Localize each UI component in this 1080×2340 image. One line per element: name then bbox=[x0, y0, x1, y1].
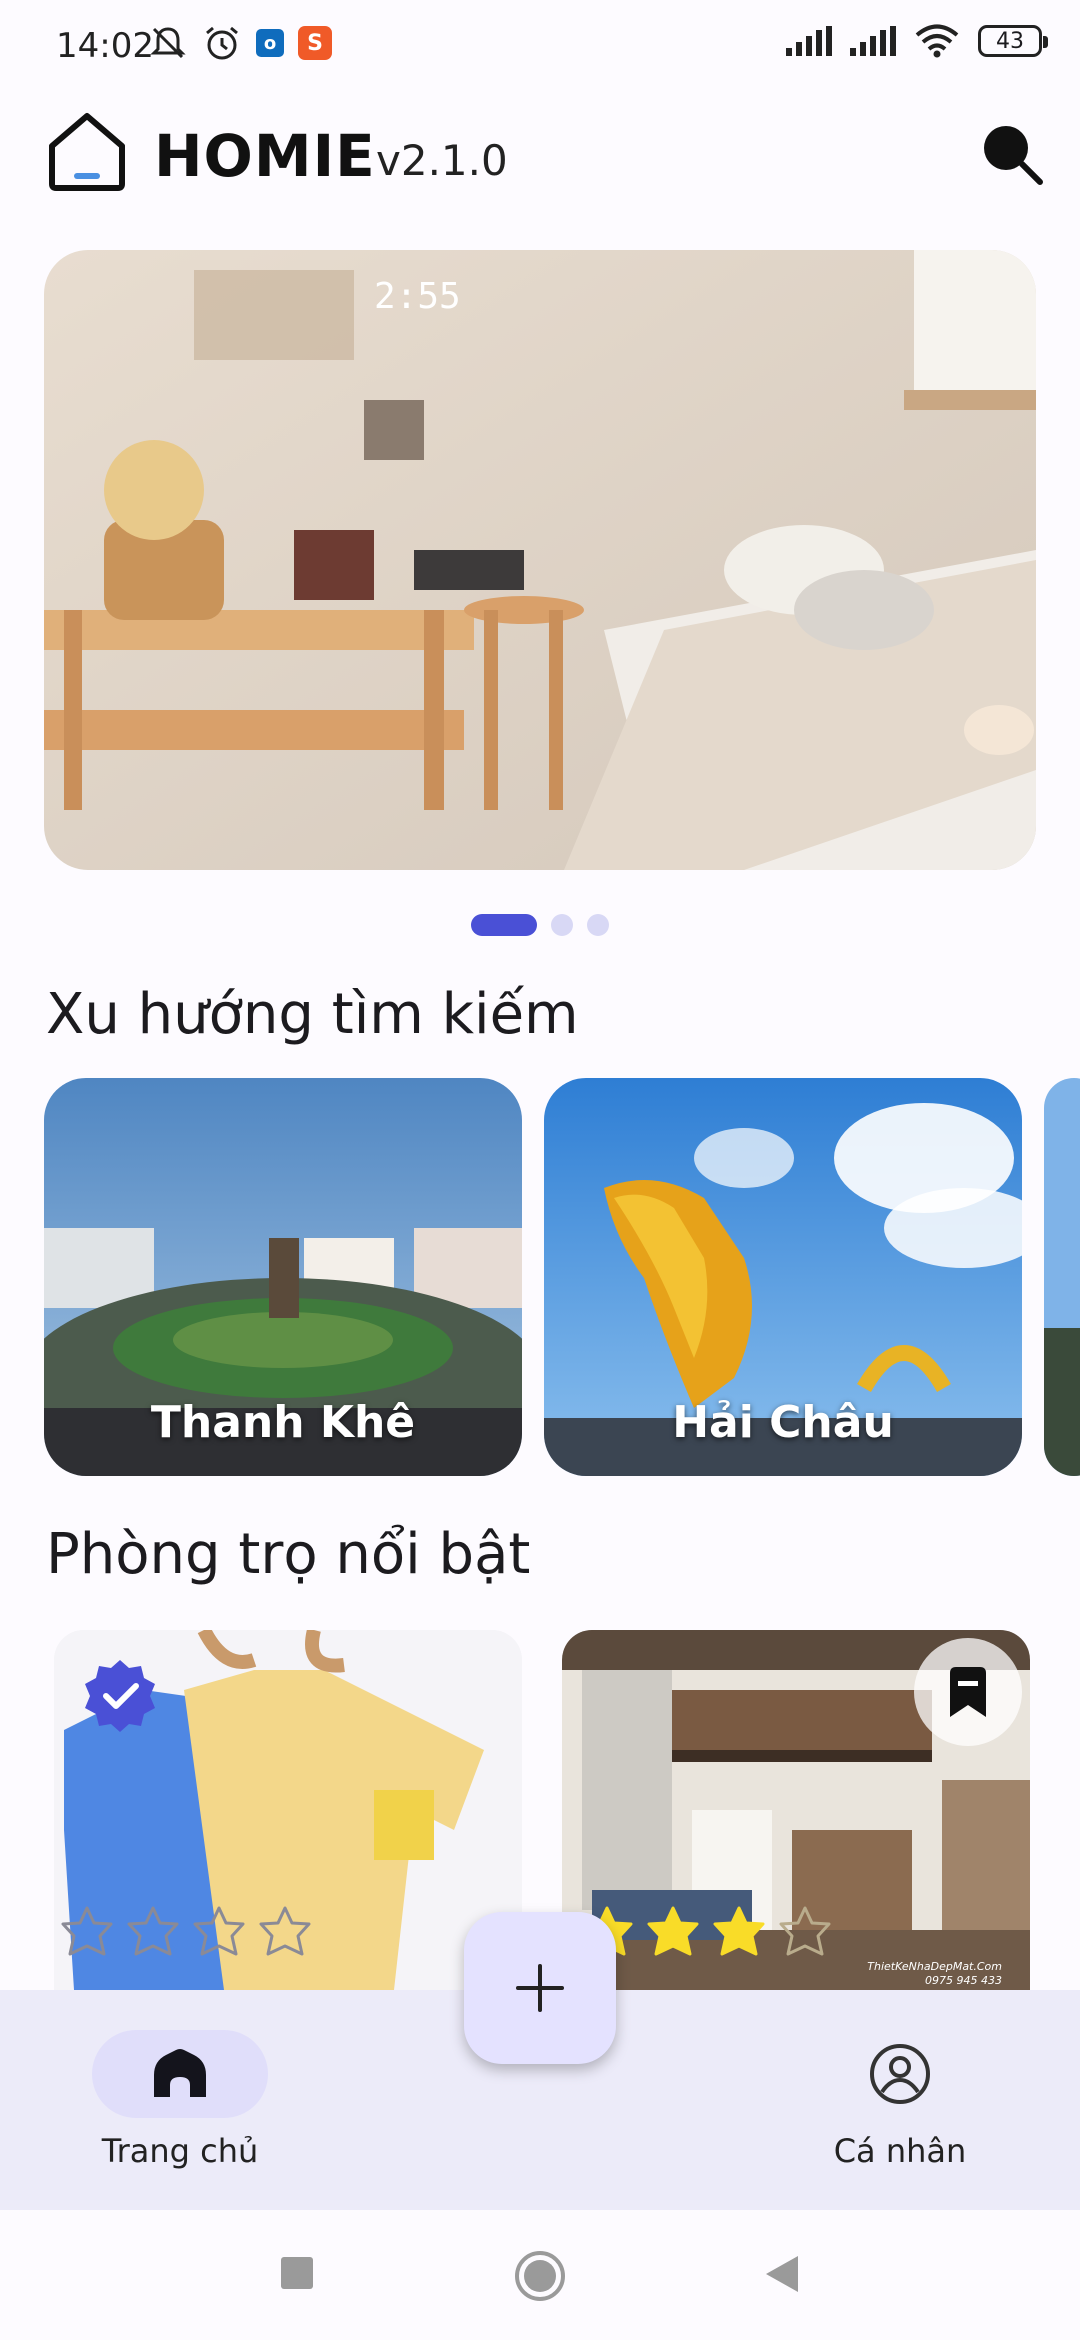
banner-pagination bbox=[0, 914, 1080, 936]
bookmark-button[interactable] bbox=[914, 1638, 1022, 1746]
app-header: HOMIE v2.1.0 bbox=[0, 100, 1080, 210]
pagination-dot[interactable] bbox=[551, 914, 573, 936]
trend-image bbox=[1044, 1078, 1080, 1476]
plus-icon bbox=[516, 1964, 564, 2012]
app-name: HOMIE bbox=[154, 122, 376, 190]
trend-card-thanh-khe[interactable]: Thanh Khê bbox=[44, 1078, 522, 1476]
person-icon bbox=[870, 2044, 930, 2104]
trend-card-hai-chau[interactable]: Hải Châu bbox=[544, 1078, 1022, 1476]
app-version: v2.1.0 bbox=[376, 136, 508, 185]
house-logo-icon bbox=[49, 113, 125, 191]
star-empty-icon bbox=[779, 1906, 831, 1956]
banner-image: 2:55 bbox=[44, 250, 1036, 870]
add-post-button[interactable] bbox=[464, 1912, 616, 2064]
status-bar: 14:02 o S 43 bbox=[0, 0, 1080, 96]
star-empty-icon bbox=[193, 1906, 245, 1956]
notification-icons: o S bbox=[148, 24, 332, 62]
search-icon[interactable] bbox=[976, 118, 1046, 188]
featured-banner[interactable]: 2:55 bbox=[44, 250, 1036, 870]
nav-item-profile[interactable]: Cá nhân bbox=[790, 2030, 1010, 2170]
room-watermark: ThietKeNhaDepMat.Com bbox=[867, 1960, 1002, 1973]
nav-label-profile: Cá nhân bbox=[833, 2132, 967, 2170]
star-empty-icon bbox=[259, 1906, 311, 1956]
trend-label: Hải Châu bbox=[672, 1397, 894, 1448]
home-icon bbox=[154, 2049, 206, 2097]
pagination-dot[interactable] bbox=[587, 914, 609, 936]
wifi-icon bbox=[915, 24, 959, 58]
trending-title: Xu hướng tìm kiếm bbox=[46, 982, 579, 1047]
mute-icon bbox=[150, 27, 186, 59]
back-icon[interactable] bbox=[762, 2254, 800, 2294]
bookmark-icon bbox=[950, 1667, 986, 1717]
star-filled-icon bbox=[713, 1906, 765, 1956]
pagination-dot-active[interactable] bbox=[471, 914, 537, 936]
system-navigation-bar bbox=[0, 2210, 1080, 2340]
outlook-icon: o bbox=[256, 29, 284, 57]
recent-apps-icon[interactable] bbox=[280, 2256, 314, 2290]
home-button-icon[interactable] bbox=[514, 2250, 566, 2302]
banner-clock-text: 2:55 bbox=[374, 276, 461, 317]
battery-level: 43 bbox=[996, 28, 1024, 54]
room-watermark-phone: 0975 945 433 bbox=[925, 1974, 1002, 1987]
nav-active-indicator bbox=[92, 2030, 268, 2118]
battery-icon: 43 bbox=[978, 25, 1048, 57]
trend-label: Thanh Khê bbox=[150, 1397, 416, 1448]
star-empty-icon bbox=[127, 1906, 179, 1956]
system-status-icons: 43 bbox=[786, 24, 1048, 58]
room-card[interactable] bbox=[54, 1630, 522, 1990]
nav-label-home: Trang chủ bbox=[101, 2132, 259, 2170]
rating-stars bbox=[56, 1902, 316, 1964]
nav-icon-wrapper bbox=[812, 2030, 988, 2118]
featured-title: Phòng trọ nổi bật bbox=[46, 1522, 531, 1587]
signal-icon bbox=[850, 26, 896, 56]
trend-card-partial[interactable] bbox=[1044, 1078, 1080, 1476]
status-time: 14:02 bbox=[56, 26, 154, 66]
nav-item-home[interactable]: Trang chủ bbox=[70, 2030, 290, 2170]
shopee-icon: S bbox=[298, 26, 332, 60]
room-card[interactable]: ThietKeNhaDepMat.Com 0975 945 433 bbox=[562, 1630, 1030, 1990]
alarm-icon bbox=[206, 26, 238, 60]
signal-icon bbox=[786, 26, 832, 56]
verified-badge-icon bbox=[85, 1660, 155, 1732]
star-filled-icon bbox=[647, 1906, 699, 1956]
star-empty-icon bbox=[61, 1906, 113, 1956]
